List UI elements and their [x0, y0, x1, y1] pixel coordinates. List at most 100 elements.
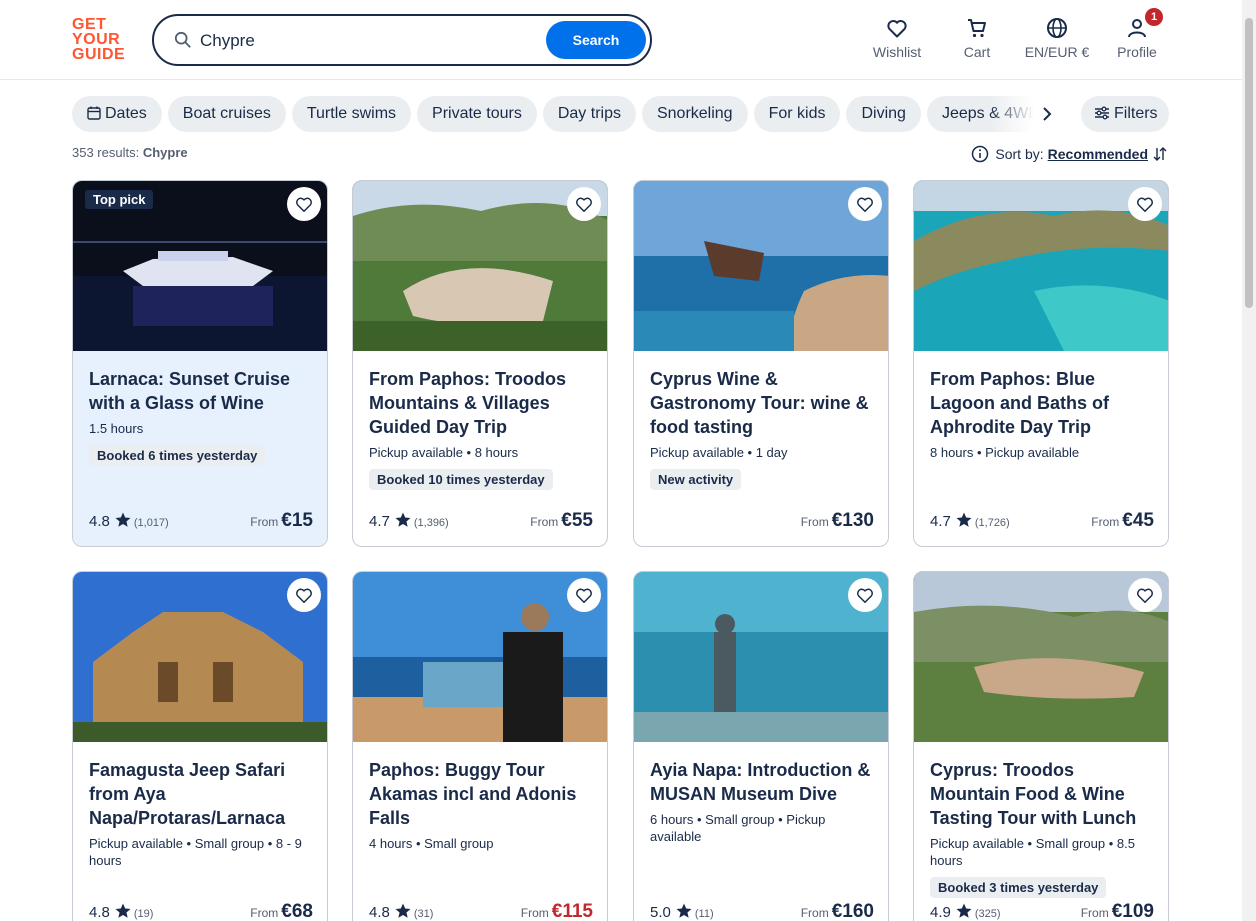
heart-icon	[1137, 588, 1153, 603]
card-price: From €55	[530, 510, 593, 531]
card-title[interactable]: From Paphos: Troodos Mountains & Village…	[369, 367, 593, 439]
wishlist-toggle[interactable]	[287, 578, 321, 612]
card-rating: 4.9 (325)	[930, 903, 1001, 921]
globe-icon	[1047, 18, 1067, 38]
card-price: From €130	[800, 510, 874, 531]
chip-boat-cruises[interactable]: Boat cruises	[167, 96, 286, 132]
card-price: From €15	[250, 510, 313, 531]
wishlist-toggle[interactable]	[567, 187, 601, 221]
filters-button[interactable]: Filters	[1081, 96, 1169, 132]
top-pick-badge: Top pick	[85, 190, 154, 209]
new-activity-tag: New activity	[650, 469, 742, 490]
search-button[interactable]: Search	[546, 21, 646, 59]
search-bar: Search	[152, 14, 652, 66]
card-body: From Paphos: Blue Lagoon and Baths of Ap…	[914, 351, 1168, 546]
card-body: Cyprus: Troodos Mountain Food & Wine Tas…	[914, 742, 1168, 921]
card-title[interactable]: From Paphos: Blue Lagoon and Baths of Ap…	[930, 367, 1154, 439]
results-count: 353 results: Chypre	[72, 145, 188, 160]
booked-tag: Booked 3 times yesterday	[930, 877, 1107, 898]
sort-label: Sort by:	[995, 146, 1044, 162]
card-rating: 4.8 (1,017)	[89, 512, 169, 530]
sliders-icon	[1095, 106, 1109, 120]
getyourguide-logo[interactable]: GET YOUR GUIDE	[72, 17, 132, 63]
sort-control[interactable]: Sort by: Recommended	[971, 144, 1168, 164]
chip-diving[interactable]: Diving	[846, 96, 921, 132]
star-icon	[956, 903, 972, 918]
search-input[interactable]	[200, 29, 530, 53]
card-body: Paphos: Buggy Tour Akamas incl and Adoni…	[353, 742, 607, 921]
card-price: From €115	[520, 901, 593, 921]
wishlist-toggle[interactable]	[848, 187, 882, 221]
activity-card[interactable]: Famagusta Jeep Safari from Aya Napa/Prot…	[72, 571, 328, 921]
card-price: From €160	[800, 901, 874, 921]
card-rating: 4.7 (1,726)	[930, 512, 1010, 530]
card-price: From €45	[1091, 510, 1154, 531]
booked-tag: Booked 10 times yesterday	[369, 469, 553, 490]
chip-dates[interactable]: Dates	[72, 96, 162, 132]
wishlist-toggle[interactable]	[1128, 187, 1162, 221]
card-rating: 4.8 (19)	[89, 903, 154, 921]
star-icon	[115, 903, 131, 918]
card-rating: 4.7 (1,396)	[369, 512, 449, 530]
sort-arrows-icon[interactable]	[1152, 146, 1168, 162]
card-meta: 8 hours • Pickup available	[930, 445, 1080, 460]
star-icon	[115, 512, 131, 527]
card-meta: Pickup available • Small group • 8.5 hou…	[930, 836, 1135, 868]
wishlist-label: Wishlist	[872, 44, 922, 60]
activity-card[interactable]: From Paphos: Blue Lagoon and Baths of Ap…	[913, 180, 1169, 547]
card-title[interactable]: Larnaca: Sunset Cruise with a Glass of W…	[89, 367, 313, 415]
card-title[interactable]: Cyprus: Troodos Mountain Food & Wine Tas…	[930, 758, 1154, 830]
chip-private-tours[interactable]: Private tours	[417, 96, 537, 132]
wishlist-nav[interactable]: Wishlist	[857, 16, 937, 66]
wishlist-toggle[interactable]	[287, 187, 321, 221]
star-icon	[676, 903, 692, 918]
profile-label: Profile	[1117, 44, 1157, 60]
card-title[interactable]: Cyprus Wine & Gastronomy Tour: wine & fo…	[650, 367, 874, 439]
language-label: EN/EUR €	[1024, 44, 1090, 60]
card-meta: 6 hours • Small group • Pickup available	[650, 812, 826, 844]
chip-snorkeling[interactable]: Snorkeling	[641, 96, 748, 132]
card-price: From €68	[250, 901, 313, 921]
profile-nav[interactable]: 1 Profile	[1097, 8, 1177, 66]
activity-card[interactable]: From Paphos: Troodos Mountains & Village…	[352, 180, 608, 547]
chip-for-kids[interactable]: For kids	[753, 96, 841, 132]
sort-value[interactable]: Recommended	[1048, 146, 1148, 162]
heart-icon	[857, 197, 873, 212]
scrollbar-thumb[interactable]	[1245, 18, 1253, 308]
card-body: Ayia Napa: Introduction & MUSAN Museum D…	[634, 742, 888, 921]
card-body: Larnaca: Sunset Cruise with a Glass of W…	[73, 351, 327, 546]
wishlist-toggle[interactable]	[1128, 578, 1162, 612]
notification-badge: 1	[1145, 8, 1163, 26]
wishlist-toggle[interactable]	[567, 578, 601, 612]
activity-card[interactable]: Cyprus Wine & Gastronomy Tour: wine & fo…	[633, 180, 889, 547]
activity-card[interactable]: Cyprus: Troodos Mountain Food & Wine Tas…	[913, 571, 1169, 921]
page-scrollbar[interactable]	[1242, 0, 1256, 921]
activity-card[interactable]: Top pick Larnaca: Sunset Cruise with a G…	[72, 180, 328, 547]
language-currency-nav[interactable]: EN/EUR €	[1017, 16, 1097, 66]
star-icon	[395, 903, 411, 918]
card-body: Cyprus Wine & Gastronomy Tour: wine & fo…	[634, 351, 888, 546]
cart-nav[interactable]: Cart	[937, 16, 1017, 66]
chip-turtle-swims[interactable]: Turtle swims	[291, 96, 412, 132]
card-meta: Pickup available • 8 hours	[369, 445, 519, 460]
filter-chips: Dates Boat cruises Turtle swims Private tou…	[72, 96, 1072, 132]
chevron-right-icon[interactable]	[1036, 103, 1058, 125]
cart-label: Cart	[963, 44, 991, 60]
card-title[interactable]: Paphos: Buggy Tour Akamas incl and Adoni…	[369, 758, 593, 830]
card-title[interactable]: Famagusta Jeep Safari from Aya Napa/Prot…	[89, 758, 313, 830]
activity-card[interactable]: Ayia Napa: Introduction & MUSAN Museum D…	[633, 571, 889, 921]
heart-icon	[576, 197, 592, 212]
heart-icon	[887, 20, 907, 38]
wishlist-toggle[interactable]	[848, 578, 882, 612]
card-rating: 4.8 (31)	[369, 903, 434, 921]
card-meta: Pickup available • 1 day	[650, 445, 788, 460]
card-body: Famagusta Jeep Safari from Aya Napa/Prot…	[73, 742, 327, 921]
card-meta: 4 hours • Small group	[369, 836, 494, 851]
card-meta: Pickup available • Small group • 8 - 9 h…	[89, 836, 302, 868]
chip-day-trips[interactable]: Day trips	[542, 96, 636, 132]
activity-card[interactable]: Paphos: Buggy Tour Akamas incl and Adoni…	[352, 571, 608, 921]
info-icon[interactable]	[971, 145, 989, 163]
card-title[interactable]: Ayia Napa: Introduction & MUSAN Museum D…	[650, 758, 874, 806]
star-icon	[395, 512, 411, 527]
star-icon	[956, 512, 972, 527]
